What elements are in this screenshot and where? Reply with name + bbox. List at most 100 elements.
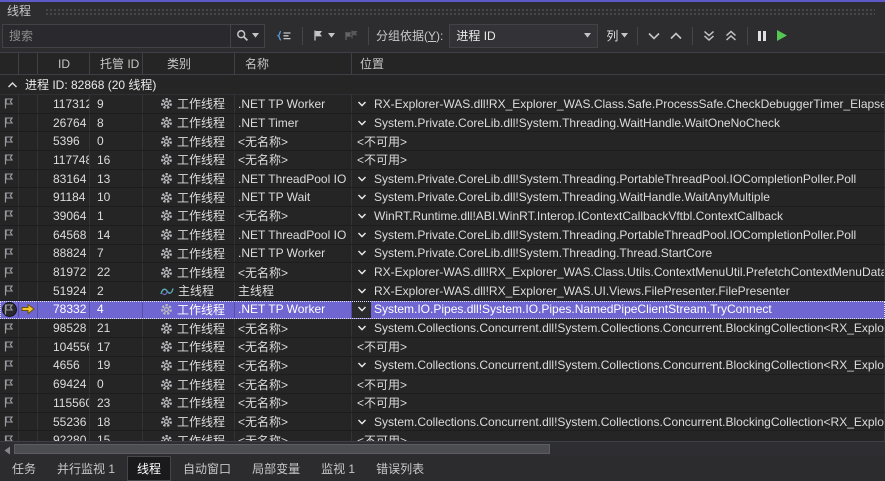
flag-cell[interactable] [0,151,19,169]
flag-cell[interactable] [0,207,19,225]
thread-row[interactable]: 8197222工作线程<无名称>RX-Explorer-WAS.dll!RX_E… [0,263,885,282]
continue-button[interactable] [771,24,792,48]
bottom-tab[interactable]: 错误列表 [367,457,433,480]
horizontal-scrollbar-thumb[interactable] [14,444,550,454]
bottom-tab[interactable]: 并行监视 1 [48,457,124,480]
thread-row[interactable]: 390641工作线程<无名称>WinRT.Runtime.dll!ABI.Win… [0,207,885,226]
columns-button[interactable]: 列 [602,24,632,48]
stack-chevron-icon [357,418,367,426]
flag-cell[interactable] [0,319,19,337]
expand-stack-button[interactable] [352,188,371,206]
flag-filter-button[interactable] [308,24,339,48]
managed-id-cell: 2 [90,282,143,300]
thread-row[interactable]: 465619工作线程<无名称>System.Collections.Concur… [0,357,885,376]
move-to-top-button[interactable] [720,24,742,48]
move-to-bottom-button[interactable] [698,24,720,48]
pause-button[interactable] [753,24,771,48]
expand-stack-button[interactable] [352,95,371,113]
name-column-header[interactable]: 名称 [235,53,352,74]
bottom-tab[interactable]: 任务 [3,457,45,480]
thread-row[interactable]: 5523618工作线程<无名称>System.Collections.Concu… [0,413,885,432]
bottom-tab[interactable]: 线程 [127,456,171,481]
thread-row[interactable]: 6456814工作线程.NET ThreadPool IOSystem.Priv… [0,226,885,245]
thread-row[interactable]: 519242主线程主线程RX-Explorer-WAS.dll!RX_Explo… [0,282,885,301]
process-group-row[interactable]: 进程 ID: 82868 (20 线程) [0,75,885,95]
bottom-tab[interactable]: 监视 1 [312,457,364,480]
managed-id-column-header[interactable]: 托管 ID [90,53,143,74]
expand-stack-button[interactable] [352,282,371,300]
managed-id-cell: 0 [90,375,143,393]
thread-row[interactable]: 8316413工作线程.NET ThreadPool IOSystem.Priv… [0,170,885,189]
flag-cell[interactable] [0,394,19,412]
search-button[interactable] [230,25,264,47]
flag-cell[interactable] [0,301,19,319]
group-by-dropdown[interactable]: 进程 ID [449,24,598,48]
scroll-left-arrow-icon[interactable] [3,446,11,455]
flag-cell[interactable] [0,338,19,356]
collapse-chevron-icon[interactable] [7,81,18,89]
horizontal-scrollbar[interactable] [0,441,885,456]
category-label: 工作线程 [177,376,225,393]
location-text: System.Collections.Concurrent.dll!System… [374,358,885,372]
thread-row[interactable]: 888247工作线程.NET TP WorkerSystem.Private.C… [0,245,885,264]
bottom-tab[interactable]: 自动窗口 [174,457,240,480]
current-column-header[interactable] [19,53,38,74]
expand-stack-button[interactable] [352,114,371,132]
expand-stack-button[interactable] [352,301,371,319]
show-flagged-only-button[interactable] [339,24,363,48]
expand-stack-button[interactable] [352,357,371,375]
callstack-view-button[interactable] [272,24,297,48]
expand-stack-button[interactable] [352,319,371,337]
thread-row[interactable]: 53960工作线程<无名称><不可用> [0,132,885,151]
flag-cell[interactable] [0,170,19,188]
flag-cell[interactable] [0,188,19,206]
flag-cell[interactable] [0,245,19,263]
grid-header-row: ID 托管 ID 类别 名称 位置 [0,52,885,75]
step-into-frame-button[interactable] [643,24,665,48]
thread-row[interactable]: 1173129工作线程.NET TP WorkerRX-Explorer-WAS… [0,95,885,114]
gear-icon [160,172,173,185]
thread-row[interactable]: 267648工作线程.NET TimerSystem.Private.CoreL… [0,114,885,133]
thread-row[interactable]: 783324工作线程.NET TP WorkerSystem.IO.Pipes.… [0,301,885,320]
expand-stack-button[interactable] [352,245,371,263]
category-column-header[interactable]: 类别 [143,53,235,74]
thread-row[interactable]: 694240工作线程<无名称><不可用> [0,375,885,394]
expand-stack-button[interactable] [352,226,371,244]
stack-chevron-icon [357,268,367,276]
flag-icon [3,434,15,441]
expand-stack-button[interactable] [352,263,371,281]
step-out-frame-button[interactable] [665,24,687,48]
toolbar-separator [368,27,369,45]
category-cell: 工作线程 [143,151,235,169]
expand-stack-button[interactable] [352,207,371,225]
flag-cell[interactable] [0,431,19,441]
flag-cell[interactable] [0,226,19,244]
flag-icon [3,266,15,279]
thread-row[interactable]: 9118410工作线程.NET TP WaitSystem.Private.Co… [0,188,885,207]
id-column-header[interactable]: ID [38,53,90,74]
thread-row[interactable]: 11556023工作线程<无名称><不可用> [0,394,885,413]
flag-cell[interactable] [0,413,19,431]
thread-row[interactable]: 9228015工作线程<无名称><不可用> [0,431,885,441]
thread-row[interactable]: 9852821工作线程<无名称>System.Collections.Concu… [0,319,885,338]
flag-cell[interactable] [0,375,19,393]
location-text: WinRT.Runtime.dll!ABI.WinRT.Interop.ICon… [374,209,783,223]
thread-row[interactable]: 11774816工作线程<无名称><不可用> [0,151,885,170]
bottom-tab[interactable]: 局部变量 [243,457,309,480]
expand-stack-button[interactable] [352,413,371,431]
flag-cell[interactable] [0,263,19,281]
flag-cell[interactable] [0,95,19,113]
flag-column-header[interactable] [0,53,19,74]
thread-row[interactable]: 10455617工作线程<无名称><不可用> [0,338,885,357]
titlebar-drag-grip[interactable] [45,8,875,15]
gear-icon [160,266,173,279]
search-input[interactable]: 搜索 [2,24,265,48]
flag-cell[interactable] [0,114,19,132]
flag-cell[interactable] [0,282,19,300]
flag-cell[interactable] [0,132,19,150]
expand-stack-button[interactable] [352,170,371,188]
location-column-header[interactable]: 位置 [352,53,885,74]
flag-cell[interactable] [0,357,19,375]
thread-name-cell: <无名称> [235,338,352,356]
flag-icon [3,415,15,428]
